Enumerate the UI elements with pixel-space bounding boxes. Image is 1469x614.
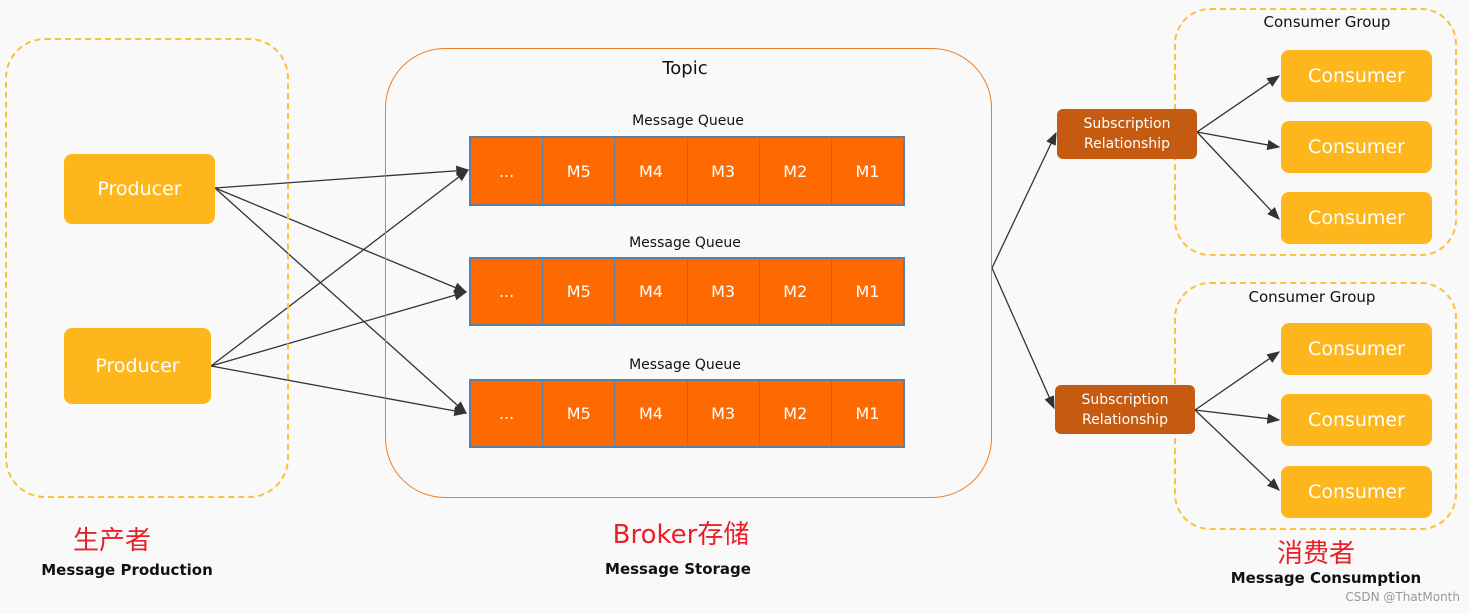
- queue-cell: M4: [615, 381, 688, 446]
- arrow: [991, 131, 1057, 269]
- consumer: Consumer: [1281, 50, 1432, 102]
- production-label-cn: 生产者: [72, 526, 151, 556]
- queue-cell: M2: [760, 381, 832, 446]
- queue-cell: ...: [471, 381, 544, 446]
- producer-1: Producer: [64, 154, 215, 224]
- queue-cell: M2: [760, 259, 832, 324]
- consumer: Consumer: [1281, 394, 1432, 446]
- queue-cell: M5: [543, 259, 616, 324]
- consumption-label-cn: 消费者: [1276, 539, 1355, 569]
- queue-cell: ...: [471, 138, 544, 204]
- watermark: CSDN @ThatMonth: [1345, 590, 1460, 604]
- consumer: Consumer: [1281, 121, 1432, 173]
- consumer: Consumer: [1281, 466, 1432, 518]
- queue-cell: M1: [855, 161, 880, 181]
- consumer-group-label: Consumer Group: [1248, 288, 1376, 306]
- rocketmq-architecture-diagram: Producer Producer 生产者 Message Production…: [0, 0, 1469, 614]
- message-queue-1: ... M5 M4 M3 M2 M1: [469, 136, 905, 206]
- subscription-relationship-1: Subscription Relationship: [1057, 109, 1197, 159]
- subscription-relationship-2: Subscription Relationship: [1055, 385, 1195, 434]
- broker-label-cn: Broker存储: [612, 520, 750, 550]
- queue-cell: M4: [615, 259, 688, 324]
- message-queue-2: ... M5 M4 M3 M2 M1: [469, 257, 905, 326]
- broker-label-en: Message Storage: [605, 560, 751, 578]
- queue-cell: M5: [543, 138, 616, 204]
- queue-cell: M2: [760, 138, 832, 204]
- consumption-label-en: Message Consumption: [1230, 569, 1422, 587]
- queue-cell: M3: [688, 138, 760, 204]
- queue-label: Message Queue: [629, 357, 741, 373]
- queue-cell: M4: [615, 138, 688, 204]
- consumer-group-label: Consumer Group: [1263, 13, 1391, 31]
- queue-cell: M3: [688, 259, 760, 324]
- arrow: [991, 267, 1055, 410]
- queue-cell: M1: [855, 404, 880, 423]
- queue-cell: ...: [471, 259, 544, 324]
- producer-2: Producer: [64, 328, 211, 404]
- queue-label: Message Queue: [629, 235, 741, 251]
- queue-cell: M1: [855, 282, 880, 301]
- consumer: Consumer: [1281, 192, 1432, 244]
- production-label-en: Message Production: [41, 561, 213, 579]
- queue-cell: M5: [543, 381, 616, 446]
- queue-label: Message Queue: [632, 113, 744, 129]
- queue-cell: M3: [688, 381, 760, 446]
- production-group: [5, 38, 289, 498]
- message-queue-3: ... M5 M4 M3 M2 M1: [469, 379, 905, 448]
- consumer: Consumer: [1281, 323, 1432, 375]
- topic-label: Topic: [662, 58, 708, 79]
